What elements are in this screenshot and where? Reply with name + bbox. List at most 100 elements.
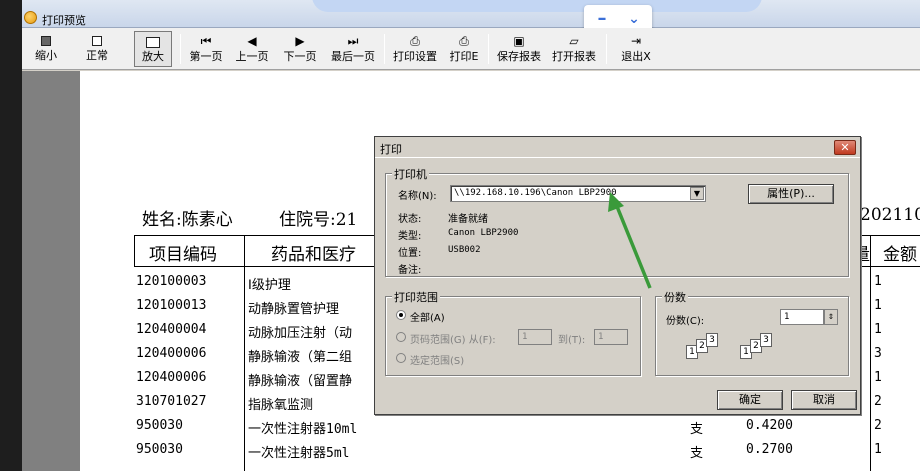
properties-button[interactable]: 属性(P)...	[748, 184, 834, 204]
next-page-button[interactable]: ▶ 下一页	[278, 31, 322, 67]
header-amount: 金额	[883, 245, 917, 265]
prev-page-button[interactable]: ◀ 上一页	[230, 31, 274, 67]
zoom-in-button[interactable]: 放大	[134, 31, 172, 67]
exit-door-icon: ⇥	[630, 34, 642, 48]
print-dialog: 打印 ✕ 打印机 名称(N): \\192.168.10.196\Canon L…	[374, 136, 861, 415]
prev-page-label: 上一页	[235, 50, 269, 63]
dialog-title-bar: 打印 ✕	[375, 137, 860, 158]
cell-name: 动脉加压注射（动	[248, 326, 353, 341]
toolbar-separator	[488, 34, 489, 64]
printer-name-select[interactable]: \\192.168.10.196\Canon LBP2900 ▼	[450, 185, 706, 202]
range-selection-radio[interactable]	[396, 353, 406, 363]
normal-label: 正常	[86, 49, 108, 62]
print-setup-button[interactable]: ⎙ 打印设置	[388, 31, 442, 67]
zoom-in-label: 放大	[142, 50, 164, 63]
range-all-label[interactable]: 全部(A)	[410, 309, 445, 324]
cell-qty: 1	[874, 442, 882, 457]
zoom-out-label: 缩小	[35, 49, 57, 62]
save-report-label: 保存报表	[497, 50, 541, 63]
range-from-input[interactable]: 1	[518, 329, 552, 345]
last-page-icon: ⏭	[347, 34, 359, 48]
print-button[interactable]: ⎙ 打印E	[444, 31, 484, 67]
next-page-label: 下一页	[283, 50, 317, 63]
window-title: 打印预览	[42, 14, 86, 27]
table-row: 950030 一次性注射器10ml 支 0.4200 2	[136, 414, 920, 438]
printer-group-label: 打印机	[392, 166, 429, 182]
cell-name: 静脉输液（第二组	[248, 350, 353, 365]
cell-name: 一次性注射器5ml	[248, 446, 350, 461]
cell-qty: 1	[874, 322, 882, 337]
toolbar-separator	[384, 34, 385, 64]
toolbar: 缩小 正常 放大 ⏮ 第一页 ◀ 上一页 ▶ 下一页 ⏭ 最后一页 ⎙ 打印设置…	[22, 28, 920, 70]
last-page-button[interactable]: ⏭ 最后一页	[325, 31, 381, 67]
chevron-down-icon[interactable]: ▼	[690, 187, 704, 200]
cell-name: 一次性注射器10ml	[248, 422, 358, 437]
cancel-button[interactable]: 取消	[791, 390, 857, 410]
dialog-title: 打印	[380, 143, 402, 156]
cell-qty: 1	[874, 298, 882, 313]
print-range-group: 打印范围 全部(A) 页码范围(G) 从(F): 1 到(T): 1 选定范围(…	[385, 289, 641, 376]
minimize-icon[interactable]: –	[589, 8, 615, 30]
print-range-label: 打印范围	[392, 289, 440, 305]
copies-label: 份数(C):	[666, 316, 705, 327]
exit-button[interactable]: ⇥ 退出X	[614, 31, 658, 67]
range-to-label: 到(T):	[558, 335, 586, 346]
range-to-input[interactable]: 1	[594, 329, 628, 345]
toolbar-separator	[606, 34, 607, 64]
page-normal-icon	[92, 36, 102, 46]
cell-unit: 支	[690, 446, 704, 461]
normal-button[interactable]: 正常	[80, 31, 114, 67]
cell-code: 120400006	[136, 346, 207, 361]
report-date: 202110	[860, 205, 920, 225]
range-selection-label: 选定范围(S)	[410, 356, 465, 367]
cell-qty: 3	[874, 346, 882, 361]
top-overlay-shape	[312, 0, 762, 12]
printer-setup-icon: ⎙	[410, 34, 420, 48]
header-code: 项目编码	[149, 245, 217, 265]
collate-page-3-icon: 3	[706, 333, 718, 347]
ok-button[interactable]: 确定	[717, 390, 783, 410]
collate-page-3-icon: 3	[760, 333, 772, 347]
cell-qty: 2	[874, 394, 882, 409]
last-page-label: 最后一页	[331, 50, 375, 63]
printer-icon: ⎙	[459, 34, 469, 48]
patient-name: 姓名:陈素心	[142, 210, 233, 230]
close-icon[interactable]: ✕	[834, 140, 856, 155]
type-value: Canon LBP2900	[448, 228, 519, 238]
cell-unit: 支	[690, 422, 704, 437]
print-preview-window: 打印预览 – ⌄ 缩小 正常 放大 ⏮ 第一页 ◀ 上一页 ▶ 下一页 ⏭ 最后…	[22, 0, 920, 471]
printer-name-label: 名称(N):	[398, 191, 437, 202]
open-folder-icon: ▱	[569, 34, 579, 48]
printer-group: 打印机 名称(N): \\192.168.10.196\Canon LBP290…	[385, 166, 849, 277]
cell-name: 指脉氧监测	[248, 398, 314, 413]
cell-code: 950030	[136, 442, 183, 457]
cell-qty: 1	[874, 274, 882, 289]
app-icon	[24, 11, 37, 24]
header-name: 药品和医疗	[271, 245, 356, 265]
first-page-label: 第一页	[189, 50, 223, 63]
cell-price: 0.4200	[746, 418, 793, 433]
location-label: 位置:	[398, 248, 422, 259]
cell-code: 120100003	[136, 274, 207, 289]
range-pages-radio[interactable]	[396, 332, 406, 342]
zoom-out-icon	[41, 36, 51, 46]
open-report-label: 打开报表	[552, 50, 596, 63]
open-report-button[interactable]: ▱ 打开报表	[546, 31, 602, 67]
first-page-button[interactable]: ⏮ 第一页	[184, 31, 228, 67]
cell-code: 950030	[136, 418, 183, 433]
copies-group-label: 份数	[662, 289, 688, 305]
print-label: 打印E	[449, 50, 479, 63]
table-row: 950030 一次性注射器5ml 支 0.2700 1	[136, 438, 920, 462]
save-report-button[interactable]: ▣ 保存报表	[492, 31, 546, 67]
chevron-down-icon[interactable]: ⌄	[621, 8, 647, 30]
copies-spinner-icon[interactable]: ⇕	[824, 309, 838, 325]
range-all-radio[interactable]	[396, 310, 406, 320]
type-label: 类型:	[398, 231, 422, 242]
prev-page-icon: ◀	[247, 34, 257, 48]
zoom-out-button[interactable]: 缩小	[30, 31, 62, 67]
admission-number: 住院号:21	[279, 210, 358, 230]
cell-name: 动静脉置管护理	[248, 302, 340, 317]
copies-input[interactable]: 1	[780, 309, 824, 325]
save-icon: ▣	[513, 34, 525, 48]
location-value: USB002	[448, 245, 481, 255]
